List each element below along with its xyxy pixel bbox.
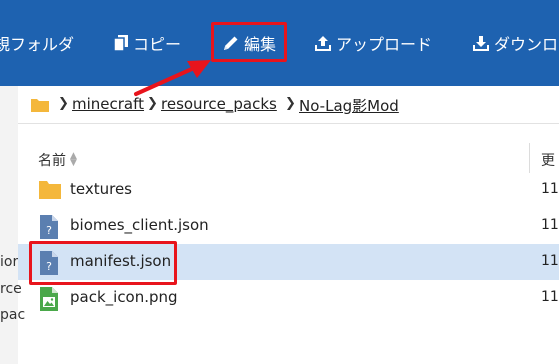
annotation-arrow (134, 60, 211, 96)
file-manager-window: 規フォルダ コピー 編集 アップロード ダウンロ ior rce pac ❯ m… (0, 0, 559, 364)
